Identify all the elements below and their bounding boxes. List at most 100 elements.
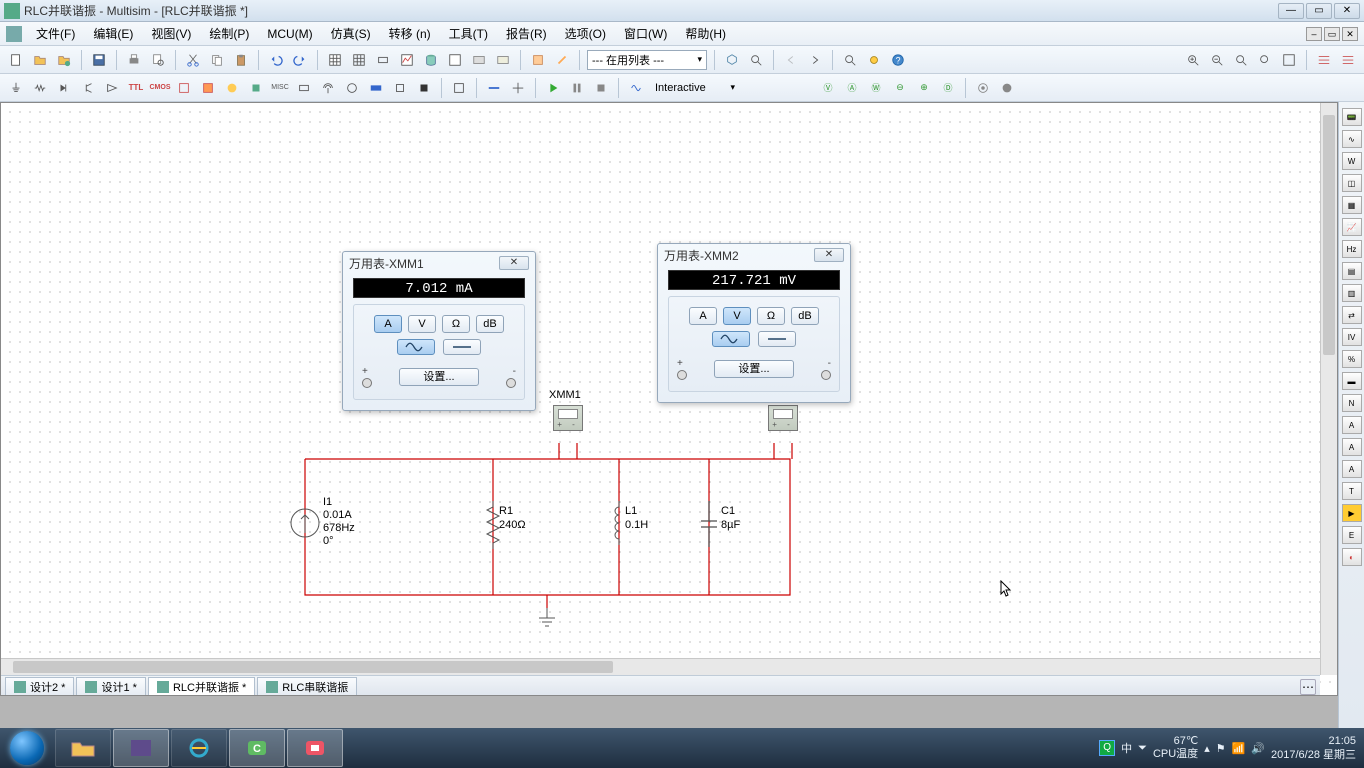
menu-window[interactable]: 窗口(W) [620,23,671,44]
tab-overflow-icon[interactable]: ⋯ [1300,679,1316,695]
menu-help[interactable]: 帮助(H) [681,23,730,44]
tray-volume-icon[interactable]: 🔊 [1251,742,1265,755]
menu-simulate[interactable]: 仿真(S) [327,23,375,44]
component-icon[interactable] [373,50,393,70]
taskbar-explorer[interactable] [55,729,111,767]
junction-icon[interactable] [508,78,528,98]
xmm1-mode-a[interactable]: A [374,315,402,333]
tek-scope-icon[interactable]: T [1342,482,1362,500]
elvis-instrument-icon[interactable]: E [1342,526,1362,544]
wattmeter-icon[interactable]: W [1342,152,1362,170]
mdi-minimize[interactable]: – [1306,27,1322,41]
distortion-icon[interactable]: % [1342,350,1362,368]
function-gen-icon[interactable]: ∿ [1342,130,1362,148]
redo-icon[interactable] [290,50,310,70]
cut-icon[interactable] [183,50,203,70]
start-button[interactable] [0,728,54,768]
tab-design1[interactable]: 设计1 * [76,677,145,695]
labview-icon[interactable]: ▶ [1342,504,1362,522]
taskbar[interactable]: C Q 中 ⏷ 67℃ CPU温度 ▴ ⚑ 📶 🔊 21:05 2017/6/2… [0,728,1364,768]
xmm1-plus-terminal[interactable] [362,378,372,388]
xmm2-mode-v[interactable]: V [723,307,751,325]
iv-analyzer-icon[interactable]: IV [1342,328,1362,346]
vertical-scrollbar[interactable] [1320,103,1337,675]
current-probe-icon[interactable]: ◐ [1342,548,1362,566]
cmos-icon[interactable]: CMOS [150,78,170,98]
find-icon[interactable] [746,50,766,70]
probe-d-icon[interactable]: Ⓓ [938,78,958,98]
xmm1-close-button[interactable]: ✕ [499,256,529,270]
4ch-scope-icon[interactable]: ▦ [1342,196,1362,214]
hierarchy-block-icon[interactable] [449,78,469,98]
zoom-sheet-icon[interactable] [1255,50,1275,70]
print-preview-icon[interactable] [148,50,168,70]
menu-view[interactable]: 视图(V) [147,23,195,44]
transistor-icon[interactable] [78,78,98,98]
logic-analyzer-icon[interactable]: ▥ [1342,284,1362,302]
paste-icon[interactable] [231,50,251,70]
xmm1-minus-terminal[interactable] [506,378,516,388]
xmm2-mode-a[interactable]: A [689,307,717,325]
tray-clock[interactable]: 21:05 2017/6/28 星期三 [1271,734,1356,762]
xmm2-mode-db[interactable]: dB [791,307,819,325]
maximize-button[interactable]: ▭ [1306,3,1332,19]
misc-digital-icon[interactable] [174,78,194,98]
back-annotate-icon[interactable] [781,50,801,70]
close-button[interactable]: ✕ [1334,3,1360,19]
full-screen-icon[interactable] [1279,50,1299,70]
electromechanical-icon[interactable] [342,78,362,98]
open-file-icon[interactable] [30,50,50,70]
active-analysis-icon[interactable] [626,78,646,98]
resistor-icon[interactable] [30,78,50,98]
xmm1-component[interactable] [553,405,583,431]
postprocessor-icon[interactable] [445,50,465,70]
xmm1-mode-v[interactable]: V [408,315,436,333]
tab-rlc-series[interactable]: RLC串联谐振 [257,677,357,695]
menu-options[interactable]: 选项(O) [561,23,610,44]
probe-properties-icon[interactable] [997,78,1017,98]
probe-w-icon[interactable]: Ⓦ [866,78,886,98]
tray-flag-icon[interactable]: ⚑ [1216,742,1226,755]
probe-a-icon[interactable]: Ⓐ [842,78,862,98]
forward-annotate-icon[interactable] [805,50,825,70]
tab-rlc-parallel[interactable]: RLC并联谐振 * [148,677,255,695]
xmm2-minus-terminal[interactable] [821,370,831,380]
spreadsheet-icon[interactable] [1338,50,1358,70]
tray-search-icon[interactable]: Q [1099,740,1115,756]
ime-indicator[interactable]: 中 [1121,740,1132,756]
mixed-icon[interactable] [198,78,218,98]
ground-icon[interactable] [6,78,26,98]
bode-plotter-icon[interactable]: 📈 [1342,218,1362,236]
zoom-out-icon[interactable] [1207,50,1227,70]
grapher-icon[interactable] [397,50,417,70]
xmm1-ac-button[interactable] [397,339,435,355]
database-icon[interactable] [421,50,441,70]
agilent-fg-icon[interactable]: A [1342,416,1362,434]
multimeter-tool-icon[interactable]: 📟 [1342,108,1362,126]
save-icon[interactable] [89,50,109,70]
xmm2-mode-ohm[interactable]: Ω [757,307,785,325]
print-icon[interactable] [124,50,144,70]
probe-ref-icon[interactable]: ⊕ [914,78,934,98]
menu-mcu[interactable]: MCU(M) [263,25,316,43]
bus-icon[interactable] [484,78,504,98]
logic-converter-icon[interactable]: ⇄ [1342,306,1362,324]
breadboard-icon[interactable] [469,50,489,70]
menu-edit[interactable]: 编辑(E) [89,23,137,44]
undo-icon[interactable] [266,50,286,70]
taskbar-camtasia[interactable]: C [229,729,285,767]
menu-transfer[interactable]: 转移 (n) [385,23,435,44]
rf-icon[interactable] [318,78,338,98]
canvas[interactable]: I1 0.01A 678Hz 0° R1 240Ω L1 0.1H C1 8µF… [0,102,1338,696]
freq-counter-icon[interactable]: Hz [1342,240,1362,258]
spectrum-icon[interactable]: ▬ [1342,372,1362,390]
indicator-icon[interactable] [222,78,242,98]
in-use-list-combo[interactable]: --- 在用列表 --- [587,50,707,70]
tray-expand-icon[interactable]: ▴ [1204,742,1210,755]
probe-v-icon[interactable]: Ⓥ [818,78,838,98]
open-sample-icon[interactable] [54,50,74,70]
ni-icon[interactable] [366,78,386,98]
oscilloscope-icon[interactable]: ◫ [1342,174,1362,192]
analog-icon[interactable] [102,78,122,98]
probe-icon[interactable] [864,50,884,70]
